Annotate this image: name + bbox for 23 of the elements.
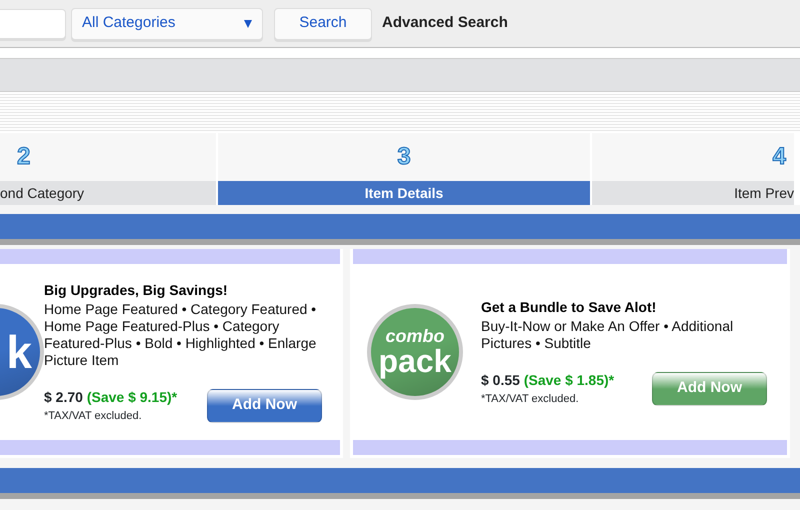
pack-title: Get a Bundle to Save Alot! (481, 298, 658, 317)
price-text: $ 0.55 (Save $ 1.85)* (481, 370, 614, 390)
feature-list: Buy-It-Now or Make An Offer • Additional Pictures • Subtitle (481, 318, 783, 352)
step-number: 2 (17, 145, 30, 169)
caret-icon (244, 20, 252, 28)
feature-list: Home Page Featured • Category Featured • Home Page Featured-Plus • Category Featured-Plus • Bold • Highlighted • Enlarge Picture Item (44, 300, 336, 369)
add-now-button[interactable]: Add Now (207, 388, 322, 422)
search-button[interactable]: Search (274, 8, 372, 40)
search-field[interactable] (0, 8, 66, 38)
logo-text: k (6, 329, 32, 375)
tax-note: *TAX/VAT excluded. (481, 392, 580, 407)
step-tab[interactable]: ond Category (0, 181, 216, 205)
pack-title: Big Upgrades, Big Savings! (44, 280, 229, 300)
step-tab[interactable]: Item Details (218, 181, 590, 205)
logo-text: combo (385, 327, 444, 345)
category-select[interactable]: All Categories (71, 8, 263, 40)
step-number: 4 (772, 145, 786, 169)
step-number: 3 (397, 145, 411, 169)
step-tab[interactable]: Item Prev (592, 181, 794, 205)
advanced-search-link[interactable]: Advanced Search (382, 12, 508, 35)
logo-text: pack (378, 345, 452, 377)
tax-note: *TAX/VAT excluded. (44, 408, 143, 424)
price-text: $ 2.70 (Save $ 9.15)* (44, 388, 178, 407)
